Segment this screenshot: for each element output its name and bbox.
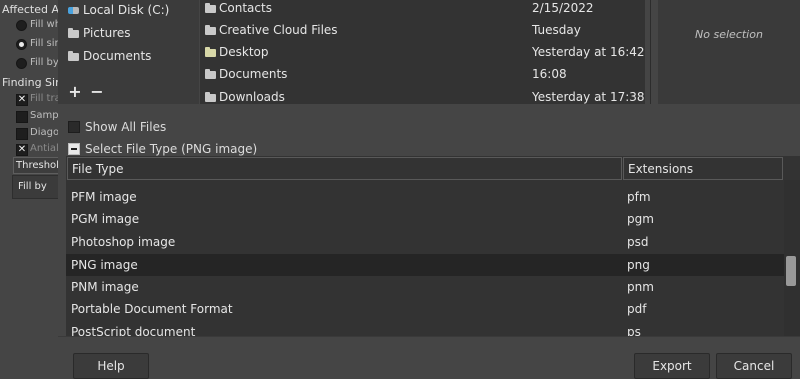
file-modified: Tuesday [532,23,581,37]
file-name: Creative Cloud Files [219,23,338,37]
fill-by-line-label: Fill by [30,57,58,68]
file-type-cell: PNM image [71,280,139,294]
file-type-row[interactable]: PNM image pnm [66,276,784,298]
show-all-files-label: Show All Files [85,120,167,134]
remove-bookmark-button[interactable]: − [90,84,104,100]
fill-similar-label: Fill sim [30,38,58,49]
folder-icon [205,47,216,57]
file-type-row[interactable]: Portable Document Format pdf [66,298,784,320]
checkbox-unchecked[interactable] [16,128,28,140]
folder-icon [205,3,216,13]
file-modified: Yesterday at 17:38 [532,90,645,104]
vertical-scrollbar[interactable] [784,180,800,336]
extension-cell: pgm [627,212,654,226]
file-type-cell: Portable Document Format [71,302,233,316]
checkbox-checked[interactable]: ✕ [16,144,28,156]
diagonal-label: Diago [30,127,58,138]
fill-by-line-art-radio[interactable]: Fill by [16,57,58,71]
diagonal-neighbors-checkbox[interactable]: Diago [16,127,58,141]
place-documents[interactable]: Documents [68,46,151,66]
place-local-disk[interactable]: Local Disk (C:) [68,0,169,20]
file-modified: Yesterday at 16:42 [532,45,645,59]
folder-icon [68,51,79,61]
column-header-extensions[interactable]: Extensions [623,157,783,180]
file-type-table: File Type Extensions PFM image pfm PGM i… [66,156,800,336]
show-all-files-checkbox[interactable]: Show All Files [68,119,166,135]
extension-cell: ps [627,325,641,336]
file-list[interactable]: Contacts 2/15/2022 Creative Cloud Files … [200,0,645,104]
file-type-cell: PostScript document [71,325,196,336]
select-file-type-label: Select File Type (PNG image) [85,142,258,156]
places-sidebar: Local Disk (C:) Pictures Documents + − [58,0,199,104]
select-file-type-expander[interactable]: Select File Type (PNG image) [68,141,257,157]
file-row[interactable]: Desktop Yesterday at 16:42 [200,41,645,63]
file-name: Documents [219,67,288,81]
file-row[interactable]: Creative Cloud Files Tuesday [200,19,645,41]
antialias-label: Antiali [30,143,58,154]
file-type-cell: PGM image [71,212,140,226]
checkbox-unchecked[interactable] [68,121,80,133]
file-type-cell: Photoshop image [71,235,176,249]
file-row[interactable]: Documents 16:08 [200,63,645,85]
extension-cell: png [627,258,650,272]
file-name: Downloads [219,90,285,104]
tool-options-panel: Affected Are Fill wh Fill sim Fill by Fi… [0,0,58,379]
collapse-icon[interactable] [68,143,80,155]
file-type-cell: PFM image [71,190,137,204]
radio-indicator[interactable] [16,20,27,31]
add-bookmark-button[interactable]: + [68,84,82,100]
sample-merged-checkbox[interactable]: Sampl [16,110,58,124]
place-label: Pictures [83,26,131,40]
radio-indicator[interactable] [16,39,27,50]
preview-placeholder: No selection [695,28,763,41]
sample-merged-label: Sampl [30,110,58,121]
folder-icon [205,25,216,35]
place-label: Documents [83,49,152,63]
file-row[interactable]: Contacts 2/15/2022 [200,0,645,19]
file-name: Contacts [219,1,272,15]
fill-transparent-checkbox[interactable]: ✕ Fill tra [16,93,58,107]
checkbox-checked[interactable]: ✕ [16,94,28,106]
file-row[interactable]: Downloads Yesterday at 17:38 [200,86,645,104]
place-pictures[interactable]: Pictures [68,23,131,43]
folder-icon [205,92,216,102]
fill-by-dropdown[interactable]: Fill by [12,175,58,199]
affected-area-heading: Affected Are [2,3,58,16]
pane-divider[interactable] [650,0,651,104]
file-type-row[interactable]: PFM image pfm [66,186,784,208]
column-header-file-type[interactable]: File Type [67,157,622,180]
preview-pane: No selection [658,0,800,104]
file-type-row[interactable]: PostScript document ps [66,321,784,336]
threshold-slider[interactable]: Threshold [13,157,58,174]
drive-icon [68,7,79,14]
help-button[interactable]: Help [73,353,149,379]
extension-cell: pfm [627,190,651,204]
fill-whole-selection-radio[interactable]: Fill wh [16,19,58,33]
file-type-row-selected[interactable]: PNG image png [66,254,784,276]
folder-icon [205,69,216,79]
export-dialog: Local Disk (C:) Pictures Documents + − C… [58,0,800,379]
extension-cell: pdf [627,302,647,316]
extension-cell: psd [627,235,649,249]
cancel-button[interactable]: Cancel [716,353,792,379]
extension-cell: pnm [627,280,654,294]
radio-indicator[interactable] [16,58,27,69]
footer-divider [58,336,800,337]
export-button[interactable]: Export [634,353,710,379]
finding-similar-heading: Finding Simila [2,76,58,89]
checkbox-unchecked[interactable] [16,111,28,123]
fill-transparent-label: Fill tra [30,93,58,104]
fill-similar-colors-radio[interactable]: Fill sim [16,38,58,52]
scrollbar-thumb[interactable] [786,256,796,286]
place-label: Local Disk (C:) [83,3,170,17]
file-type-row[interactable]: PGM image pgm [66,208,784,230]
file-name: Desktop [219,45,269,59]
file-modified: 16:08 [532,67,567,81]
file-type-row[interactable]: Photoshop image psd [66,231,784,253]
file-modified: 2/15/2022 [532,1,594,15]
folder-icon [68,28,79,38]
fill-whole-label: Fill wh [30,19,58,30]
antialias-checkbox[interactable]: ✕ Antiali [16,143,58,157]
file-type-cell: PNG image [71,258,138,272]
